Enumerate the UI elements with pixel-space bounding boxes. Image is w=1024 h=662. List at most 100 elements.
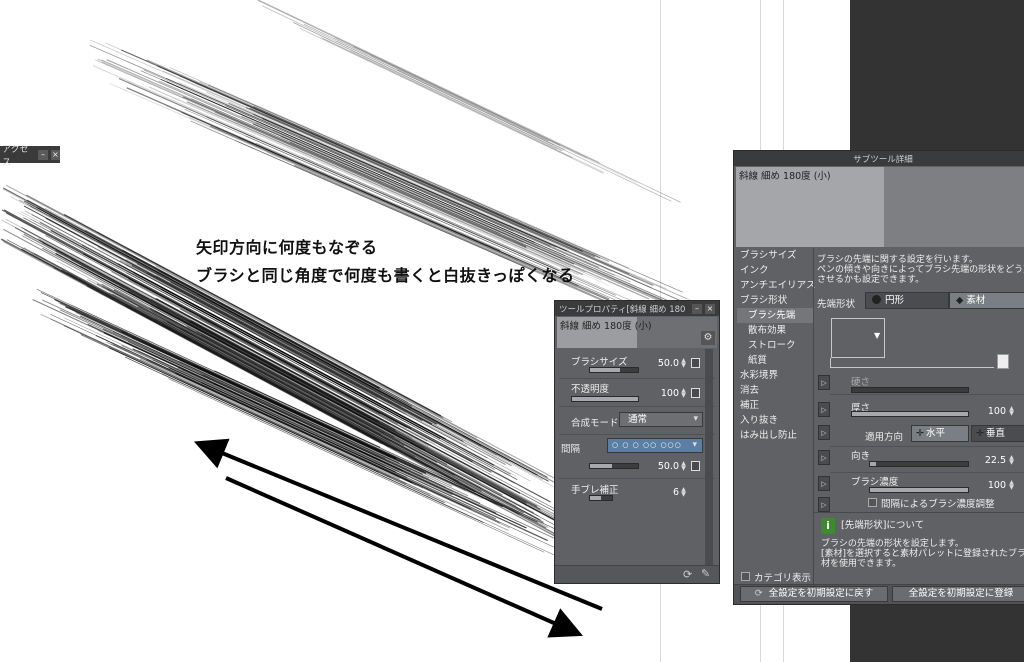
register-all-button[interactable]: 全設定を初期設定に登録 bbox=[892, 586, 1024, 602]
mini-palette-title: アクセス bbox=[2, 144, 29, 168]
sub-tool-detail-title: サブツール詳細 bbox=[853, 154, 913, 165]
thickness-slider[interactable] bbox=[851, 411, 969, 417]
lock-icon[interactable]: ▷ bbox=[818, 375, 830, 390]
category-item[interactable]: 水彩境界 bbox=[737, 368, 814, 383]
vertical-label: 垂直 bbox=[985, 428, 1005, 439]
stabilization-label: 手ブレ補正 bbox=[571, 485, 619, 496]
lock-icon[interactable]: ▷ bbox=[818, 402, 830, 417]
category-item[interactable]: 紙質 bbox=[737, 353, 814, 368]
blend-mode-select[interactable]: 通常 bbox=[619, 412, 703, 427]
canvas-area[interactable]: 矢印方向に何度もなぞる ブラシと同じ角度で何度も書くと白抜きっぽくなる アクセス… bbox=[0, 0, 1024, 662]
stabilization-value[interactable]: 6 bbox=[655, 487, 679, 498]
brush-size-slider[interactable] bbox=[589, 367, 639, 373]
tool-property-panel: ツールプロパティ[斜線 細め 180 – × 斜線 細め 180度 (小) ⚙ … bbox=[554, 300, 720, 584]
lock-icon[interactable]: ▷ bbox=[818, 497, 830, 512]
spacing-label: 間隔 bbox=[561, 444, 581, 455]
close-icon[interactable]: × bbox=[705, 303, 715, 314]
divider bbox=[830, 472, 1024, 473]
reset-all-label: 全設定を初期設定に戻す bbox=[768, 588, 874, 599]
spin-icon[interactable]: ▲ ▼ bbox=[680, 461, 687, 472]
pressure-toggle[interactable] bbox=[691, 358, 700, 368]
category-item[interactable]: アンチエイリアス bbox=[737, 278, 816, 293]
wrench-icon[interactable]: ⚙ bbox=[701, 331, 715, 345]
thickness-value[interactable]: 100 bbox=[980, 406, 1006, 417]
description-line-2: ペンの傾きや向きによってブラシ先端の形状をどう変化 bbox=[817, 265, 1024, 275]
lock-icon[interactable]: ▷ bbox=[818, 425, 830, 440]
direction-label: 向き bbox=[851, 451, 871, 462]
info-icon: i bbox=[821, 518, 835, 534]
opacity-slider[interactable] bbox=[571, 396, 639, 402]
tool-property-title: ツールプロパティ[斜線 細め 180 bbox=[559, 304, 686, 315]
spin-icon[interactable]: ▲ ▼ bbox=[680, 388, 687, 399]
close-icon[interactable]: × bbox=[50, 149, 60, 160]
brush-density-value[interactable]: 100 bbox=[980, 480, 1006, 491]
category-item[interactable]: ストローク bbox=[737, 338, 814, 353]
info-line-1: ブラシの先端の形状を設定します。 bbox=[821, 539, 964, 549]
spacing-select[interactable]: ○ ○ ○ ○○ ○○○ bbox=[607, 438, 703, 453]
brush-size-value[interactable]: 50.0 bbox=[647, 358, 679, 369]
category-display-checkbox[interactable] bbox=[741, 572, 750, 581]
divider bbox=[814, 512, 1024, 513]
reset-all-button[interactable]: ⟳ 全設定を初期設定に戻す bbox=[740, 586, 888, 602]
tip-circle-option[interactable]: 円形 bbox=[865, 292, 949, 309]
hardness-slider[interactable] bbox=[851, 387, 969, 393]
tip-material-option[interactable]: ◆ 素材 bbox=[949, 292, 1024, 309]
stabilization-slider[interactable] bbox=[589, 495, 613, 501]
sub-tool-detail-titlebar[interactable]: サブツール詳細 bbox=[734, 151, 1024, 166]
arrow-down-right bbox=[225, 476, 583, 638]
category-item[interactable]: インク bbox=[737, 263, 814, 278]
add-material-icon[interactable] bbox=[997, 354, 1009, 369]
arrow-up-left bbox=[193, 438, 603, 611]
lock-icon[interactable]: ▷ bbox=[818, 450, 830, 465]
spin-icon[interactable]: ▲ ▼ bbox=[680, 358, 687, 369]
horizontal-icon: ✛ bbox=[916, 428, 924, 439]
tip-shape-label: 先端形状 bbox=[817, 299, 856, 310]
spin-icon[interactable]: ▲ ▼ bbox=[680, 487, 687, 498]
mini-palette: アクセス – × bbox=[0, 145, 60, 168]
direction-slider[interactable] bbox=[869, 461, 969, 467]
opacity-value[interactable]: 100 bbox=[647, 388, 679, 399]
brush-preview-label: 斜線 細め 180度 (小) bbox=[739, 171, 831, 182]
category-item[interactable]: ブラシ形状 bbox=[737, 293, 814, 308]
spacing-value[interactable]: 50.0 bbox=[647, 461, 679, 472]
tip-circle-label: 円形 bbox=[885, 295, 905, 306]
tool-property-titlebar[interactable]: ツールプロパティ[斜線 細め 180 – × bbox=[555, 301, 719, 316]
brush-density-slider[interactable] bbox=[869, 487, 969, 493]
tip-material-thumbnail[interactable]: ▼ bbox=[831, 318, 885, 358]
circle-icon bbox=[872, 295, 881, 304]
material-list-track bbox=[830, 358, 994, 368]
category-item[interactable]: 散布効果 bbox=[737, 323, 814, 338]
brush-preview: 斜線 細め 180度 (小) ⚙ bbox=[557, 317, 717, 348]
description-line-3: させるかも設定できます。 bbox=[817, 275, 925, 285]
category-item[interactable]: 消去 bbox=[737, 383, 814, 398]
direction-value[interactable]: 22.5 bbox=[980, 455, 1006, 466]
minimize-icon[interactable]: – bbox=[692, 303, 702, 314]
opacity-label: 不透明度 bbox=[571, 384, 610, 395]
pressure-toggle[interactable] bbox=[691, 388, 700, 398]
divider bbox=[559, 378, 715, 379]
spin-icon[interactable]: ▲ ▼ bbox=[1008, 406, 1015, 417]
spacing-density-checkbox[interactable] bbox=[868, 498, 877, 507]
category-item[interactable]: ブラシ先端 bbox=[737, 308, 814, 323]
brush-size-label: ブラシサイズ bbox=[571, 357, 628, 368]
pressure-toggle[interactable] bbox=[691, 461, 700, 471]
category-item[interactable]: ブラシサイズ bbox=[737, 248, 814, 263]
minimize-icon[interactable]: – bbox=[38, 149, 48, 160]
wrench-icon[interactable]: ✎ bbox=[701, 567, 710, 580]
scrollbar[interactable] bbox=[705, 349, 713, 567]
horizontal-option[interactable]: ✛ 水平 bbox=[911, 425, 969, 442]
category-item[interactable]: はみ出し防止 bbox=[737, 428, 814, 443]
brush-preview-label: 斜線 細め 180度 (小) bbox=[560, 321, 652, 332]
brush-density-label: ブラシ濃度 bbox=[851, 477, 899, 488]
reset-icon[interactable]: ⟳ bbox=[683, 568, 692, 581]
divider bbox=[559, 434, 715, 435]
spin-icon[interactable]: ▲ ▼ bbox=[1008, 480, 1015, 491]
spin-icon[interactable]: ▲ ▼ bbox=[1008, 455, 1015, 466]
sub-tool-detail-panel: サブツール詳細 斜線 細め 180度 (小) ブラシサイズ インク アンチエイリアス… bbox=[733, 150, 1024, 605]
spacing-slider[interactable] bbox=[589, 463, 639, 469]
lock-icon[interactable]: ▷ bbox=[818, 476, 830, 491]
category-item[interactable]: 入り抜き bbox=[737, 413, 814, 428]
vertical-option[interactable]: ✛ 垂直 bbox=[971, 425, 1024, 442]
category-item[interactable]: 補正 bbox=[737, 398, 814, 413]
material-icon: ◆ bbox=[956, 295, 964, 306]
